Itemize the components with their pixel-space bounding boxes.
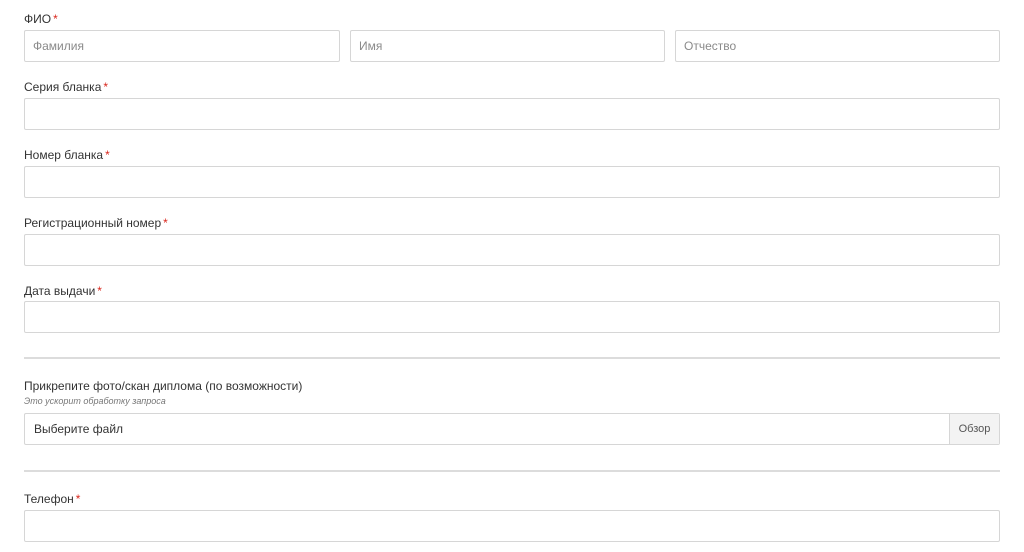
file-picker[interactable]: Выберите файл Обзор — [24, 413, 1000, 445]
series-label: Серия бланка * — [24, 80, 108, 94]
number-label: Номер бланка * — [24, 148, 110, 162]
issue-date-input[interactable] — [24, 301, 1000, 333]
fio-label: ФИО * — [24, 12, 58, 26]
required-mark: * — [53, 12, 58, 26]
section-divider — [24, 357, 1000, 359]
required-mark: * — [163, 216, 168, 230]
issue-date-label: Дата выдачи * — [24, 284, 102, 298]
required-mark: * — [103, 80, 109, 94]
name-input[interactable] — [350, 30, 665, 62]
reg-number-label: Регистрационный номер * — [24, 216, 168, 230]
number-label-text: Номер бланка — [24, 148, 104, 162]
required-mark: * — [97, 284, 102, 298]
attachment-hint: Это ускорит обработку запроса — [24, 396, 166, 406]
patronymic-input[interactable] — [675, 30, 1000, 62]
file-picker-text[interactable]: Выберите файл — [34, 414, 123, 444]
browse-button[interactable]: Обзор — [949, 414, 999, 444]
required-mark: * — [105, 148, 110, 162]
series-label-text: Серия бланка — [24, 80, 102, 94]
phone-label-text: Телефон — [24, 492, 74, 506]
phone-input[interactable] — [24, 510, 1000, 542]
attachment-label: Прикрепите фото/скан диплома (по возможн… — [24, 379, 303, 393]
number-input[interactable] — [24, 166, 1000, 198]
reg-number-label-text: Регистрационный номер — [24, 216, 162, 230]
diploma-request-form: ФИО* Серия бланка* Номер бланка* Регистр… — [0, 0, 1024, 552]
series-input[interactable] — [24, 98, 1000, 130]
reg-number-input[interactable] — [24, 234, 1000, 266]
issue-date-label-text: Дата выдачи — [24, 284, 96, 298]
phone-label: Телефон * — [24, 492, 80, 506]
required-mark: * — [75, 492, 81, 506]
section-divider — [24, 470, 1000, 472]
fio-label-text: ФИО — [24, 12, 52, 26]
surname-input[interactable] — [24, 30, 340, 62]
